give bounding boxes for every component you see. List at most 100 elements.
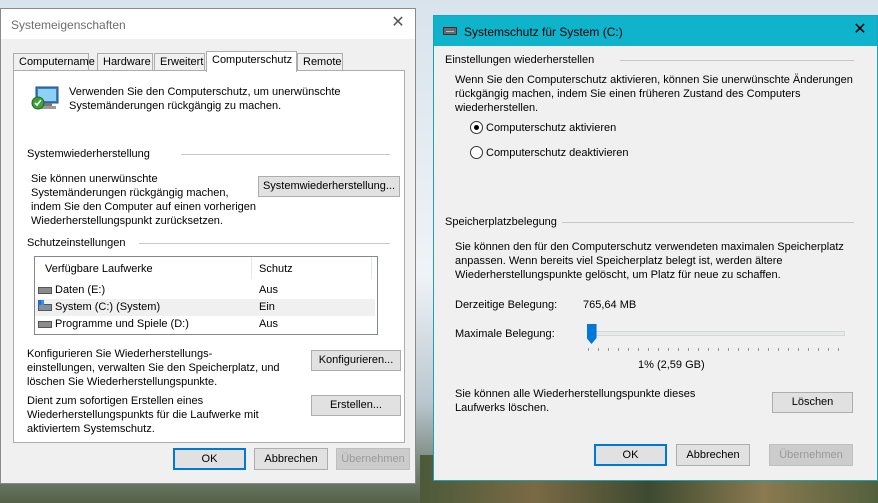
slider-tick: [598, 348, 599, 351]
restore-settings-heading: Einstellungen wiederherstellen: [445, 54, 595, 66]
delete-button[interactable]: Löschen: [772, 392, 853, 413]
drive-name: Programme und Spiele (D:): [55, 318, 189, 330]
divider: [620, 60, 854, 61]
create-text-3: aktiviertem Systemschutz.: [27, 423, 155, 435]
drive-row[interactable]: System (C:) (System) Ein: [35, 299, 375, 316]
restore-text-2: Systemänderungen rückgängig machen,: [31, 187, 229, 199]
drive-name: System (C:) (System): [55, 301, 161, 313]
close-icon[interactable]: ✕: [851, 21, 869, 39]
system-drive-icon: [38, 300, 52, 311]
intro-line-2: Systemänderungen rückgängig zu machen.: [69, 100, 282, 112]
restore-settings-text-1: Wenn Sie den Computerschutz aktivieren, …: [455, 74, 853, 86]
disable-protection-label[interactable]: Computerschutz deaktivieren: [486, 146, 628, 160]
max-usage-value: 1% (2,59 GB): [638, 359, 705, 371]
slider-tick: [638, 348, 639, 351]
configure-button[interactable]: Konfigurieren...: [311, 350, 401, 371]
window-title: Systemeigenschaften: [11, 18, 126, 32]
column-header-protection[interactable]: Schutz: [259, 263, 293, 275]
apply-button: Übernehmen: [769, 444, 853, 466]
tab-erweitert[interactable]: Erweitert: [154, 53, 205, 70]
drive-icon: [443, 27, 457, 35]
ok-button[interactable]: OK: [173, 448, 246, 470]
slider-tick: [698, 348, 699, 351]
restore-text-1: Sie können unerwünschte: [31, 173, 158, 185]
restore-settings-text-2: rückgängig machen, indem Sie einen frühe…: [455, 88, 801, 100]
system-protection-dialog: Systemschutz für System (C:) ✕ Einstellu…: [433, 15, 878, 481]
space-usage-text-1: Sie können den für den Computerschutz ve…: [455, 241, 844, 253]
slider-tick: [678, 348, 679, 351]
slider-tick: [738, 348, 739, 351]
tab-computerschutz[interactable]: Computerschutz: [206, 51, 297, 72]
divider: [562, 222, 854, 223]
slider-ticks: [588, 348, 848, 352]
slider-tick: [628, 348, 629, 351]
divider: [139, 243, 390, 244]
ok-button[interactable]: OK: [594, 444, 667, 466]
title-bar[interactable]: Systemeigenschaften ✕: [1, 9, 415, 39]
slider-tick: [828, 348, 829, 351]
create-text-1: Dient zum sofortigen Erstellen eines: [27, 395, 204, 407]
slider-tick: [688, 348, 689, 351]
system-restore-button[interactable]: Systemwiederherstellung...: [258, 176, 400, 197]
column-divider: [371, 257, 372, 279]
slider-tick: [818, 348, 819, 351]
slider-tick: [808, 348, 809, 351]
drive-status: Aus: [259, 284, 278, 296]
restore-settings-text-3: wiederherstellen.: [455, 102, 539, 114]
restore-text-4: Wiederherstellungspunkt zurücksetzen.: [31, 215, 223, 227]
slider-tick: [608, 348, 609, 351]
slider-tick: [728, 348, 729, 351]
dialog-title: Systemschutz für System (C:): [464, 25, 623, 39]
divider: [181, 154, 390, 155]
system-protection-icon: [31, 86, 59, 110]
slider-tick: [748, 348, 749, 351]
space-usage-heading: Speicherplatzbelegung: [445, 216, 557, 228]
configure-text-2: einstellungen, verwalten Sie den Speiche…: [27, 362, 280, 374]
create-text-2: Wiederherstellungspunkts für die Laufwer…: [27, 409, 259, 421]
slider-tick: [788, 348, 789, 351]
cancel-button[interactable]: Abbrechen: [254, 448, 328, 470]
column-divider: [251, 257, 252, 279]
slider-tick: [588, 348, 589, 351]
enable-protection-radio[interactable]: [470, 121, 483, 134]
drives-list[interactable]: Verfügbare Laufwerke Schutz Daten (E:) A…: [34, 256, 378, 335]
slider-tick: [778, 348, 779, 351]
intro-line-1: Verwenden Sie den Computerschutz, um une…: [69, 86, 341, 98]
tab-hardware[interactable]: Hardware: [97, 53, 153, 70]
close-icon[interactable]: ✕: [389, 14, 407, 32]
system-properties-window: Systemeigenschaften ✕ Computername Hardw…: [0, 8, 416, 484]
space-usage-text-3: Wiederherstellungspunkte gelöscht, um Pl…: [455, 269, 781, 281]
slider-tick: [708, 348, 709, 351]
drive-name: Daten (E:): [55, 284, 106, 296]
configure-text-3: löschen Sie Wiederherstellungspunkte.: [27, 376, 218, 388]
current-usage-value: 765,64 MB: [583, 299, 637, 311]
computerschutz-panel: Verwenden Sie den Computerschutz, um une…: [13, 70, 405, 443]
enable-protection-label[interactable]: Computerschutz aktivieren: [486, 121, 616, 135]
slider-tick: [658, 348, 659, 351]
drive-row[interactable]: Daten (E:) Aus: [35, 282, 375, 299]
drive-row[interactable]: Programme und Spiele (D:) Aus: [35, 316, 375, 333]
slider-tick: [798, 348, 799, 351]
disable-protection-radio[interactable]: [470, 146, 483, 159]
apply-button: Übernehmen: [336, 448, 410, 470]
cancel-button[interactable]: Abbrechen: [676, 444, 750, 466]
hard-drive-icon: [38, 321, 52, 328]
tab-remote[interactable]: Remote: [297, 53, 343, 70]
slider-tick: [768, 348, 769, 351]
max-usage-label: Maximale Belegung:: [455, 328, 555, 340]
column-header-drives[interactable]: Verfügbare Laufwerke: [45, 263, 153, 275]
restore-heading: Systemwiederherstellung: [27, 148, 150, 160]
tab-computername[interactable]: Computername: [13, 53, 95, 70]
create-button[interactable]: Erstellen...: [311, 395, 401, 416]
slider-tick: [668, 348, 669, 351]
current-usage-label: Derzeitige Belegung:: [455, 299, 558, 311]
slider-tick: [718, 348, 719, 351]
protection-heading: Schutzeinstellungen: [27, 237, 126, 249]
drive-status: Aus: [259, 318, 278, 330]
title-bar[interactable]: Systemschutz für System (C:) ✕: [434, 16, 877, 46]
slider-tick: [618, 348, 619, 351]
space-usage-text-2: anpassen. Wenn bereits viel Speicherplat…: [455, 255, 783, 267]
restore-text-3: indem Sie den Computer auf einen vorheri…: [31, 201, 257, 213]
max-usage-slider-track[interactable]: [588, 331, 845, 336]
max-usage-slider-thumb[interactable]: [586, 324, 597, 344]
